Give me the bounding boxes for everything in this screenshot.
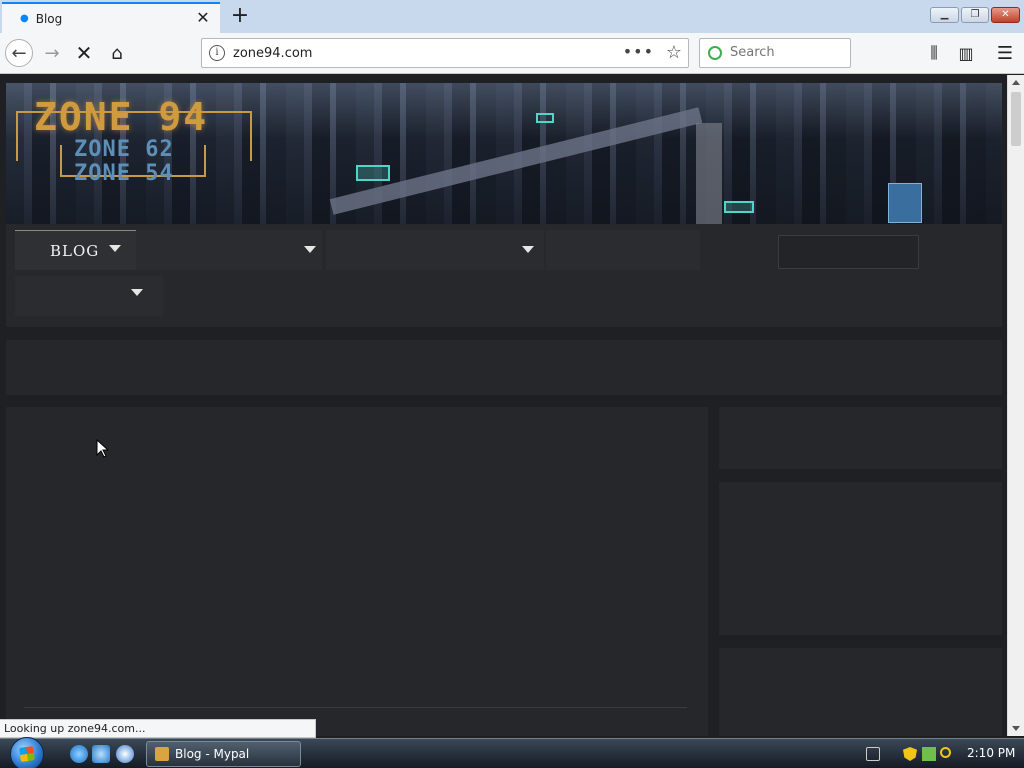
main-content-panel bbox=[6, 407, 708, 736]
taskbar-window-label: Blog - Mypal bbox=[175, 747, 250, 761]
security-shield-icon[interactable] bbox=[903, 747, 917, 761]
windows-taskbar: Blog - Mypal 2:10 PM bbox=[0, 737, 1024, 768]
site-info-icon[interactable]: i bbox=[209, 45, 225, 61]
back-button[interactable]: ← bbox=[5, 39, 33, 67]
close-window-icon: ✕ bbox=[1001, 9, 1010, 20]
new-tab-icon[interactable]: + bbox=[228, 4, 252, 28]
mouse-cursor-icon bbox=[96, 439, 108, 458]
scrollbar-thumb[interactable] bbox=[1011, 92, 1021, 146]
banner-sign bbox=[724, 201, 754, 213]
banner-sign bbox=[356, 165, 390, 181]
nav-item[interactable] bbox=[15, 276, 163, 316]
start-button[interactable] bbox=[10, 737, 44, 768]
banner-tower bbox=[696, 123, 722, 224]
keyboard-tray-icon[interactable] bbox=[866, 747, 880, 761]
nav-item[interactable] bbox=[546, 230, 700, 270]
sidebar-widget bbox=[719, 482, 1002, 635]
network-tray-icon[interactable] bbox=[922, 747, 936, 761]
banner-sign bbox=[536, 113, 554, 123]
hamburger-menu-icon[interactable]: ☰ bbox=[991, 39, 1019, 67]
windows-logo-icon bbox=[19, 746, 35, 762]
taskbar-clock[interactable]: 2:10 PM bbox=[967, 746, 1015, 760]
home-icon: ⌂ bbox=[111, 42, 123, 64]
site-navigation: BLOG bbox=[6, 224, 1002, 327]
search-tray-icon[interactable] bbox=[940, 747, 951, 758]
divider bbox=[24, 707, 687, 708]
stop-x-icon: ✕ bbox=[75, 41, 93, 65]
close-tab-icon[interactable]: ✕ bbox=[194, 9, 212, 27]
nav-item-label: BLOG bbox=[50, 241, 100, 260]
sidebar-widget bbox=[719, 407, 1002, 469]
page-content: ZONE 94 ZONE 62 ZONE 54 BLOG bbox=[0, 75, 1007, 736]
taskbar-window-button[interactable]: Blog - Mypal bbox=[146, 741, 301, 767]
arrow-right-icon: → bbox=[44, 42, 60, 64]
forward-button[interactable]: → bbox=[38, 39, 66, 67]
internet-explorer-icon[interactable] bbox=[70, 745, 88, 763]
caret-down-icon bbox=[304, 246, 316, 253]
search-bar[interactable] bbox=[699, 38, 851, 68]
status-text: Looking up zone94.com... bbox=[0, 719, 316, 738]
site-search-input[interactable] bbox=[778, 235, 919, 269]
window-close-button[interactable]: ✕ bbox=[991, 7, 1020, 23]
site-logo-main[interactable]: ZONE 94 bbox=[34, 95, 208, 139]
url-text[interactable]: zone94.com bbox=[233, 46, 312, 61]
loading-dot-icon: ● bbox=[20, 13, 29, 24]
bookmark-star-icon[interactable]: ☆ bbox=[666, 42, 682, 63]
sidebar-widget bbox=[719, 648, 1002, 736]
window-restore-button[interactable]: ❐ bbox=[961, 7, 989, 23]
page-actions-icon[interactable]: ••• bbox=[623, 42, 654, 61]
media-player-icon[interactable] bbox=[116, 745, 134, 763]
caret-down-icon bbox=[131, 289, 143, 296]
mypal-app-icon bbox=[155, 747, 169, 761]
minimize-icon: ▁ bbox=[940, 9, 949, 20]
caret-down-icon bbox=[109, 244, 122, 252]
nav-item[interactable] bbox=[326, 230, 544, 270]
site-banner: ZONE 94 ZONE 62 ZONE 54 bbox=[6, 83, 1002, 224]
search-icon bbox=[708, 46, 722, 60]
nav-item-blog[interactable]: BLOG bbox=[15, 230, 136, 270]
navigation-toolbar: ← → ✕ ⌂ i zone94.com ••• ☆ ⫼ ▥ ☰ bbox=[0, 33, 1024, 74]
search-input[interactable] bbox=[730, 45, 840, 60]
window-minimize-button[interactable]: ▁ bbox=[930, 7, 959, 23]
stop-button[interactable]: ✕ bbox=[70, 39, 98, 67]
content-band bbox=[6, 340, 1002, 395]
url-bar[interactable]: i zone94.com ••• ☆ bbox=[201, 38, 689, 68]
browser-tab-strip: ● Blog ✕ + ▁ ❐ ✕ bbox=[0, 0, 1024, 33]
scroll-down-icon[interactable] bbox=[1012, 726, 1020, 731]
site-logo-sub: ZONE 54 bbox=[74, 161, 174, 186]
library-icon[interactable]: ⫼ bbox=[920, 39, 948, 67]
caret-down-icon bbox=[522, 246, 534, 253]
page-scrollbar[interactable] bbox=[1007, 75, 1024, 736]
browser-quicklaunch-icon[interactable] bbox=[92, 745, 110, 763]
sidebar-icon[interactable]: ▥ bbox=[952, 39, 980, 67]
tab-title: Blog bbox=[35, 11, 63, 26]
banner-billboard bbox=[888, 183, 922, 223]
browser-tab[interactable]: ● Blog ✕ bbox=[2, 2, 220, 33]
home-button[interactable]: ⌂ bbox=[103, 39, 131, 67]
site-logo-sub: ZONE 62 bbox=[74, 137, 174, 162]
restore-icon: ❐ bbox=[970, 9, 980, 20]
scroll-up-icon[interactable] bbox=[1012, 80, 1020, 85]
arrow-left-icon: ← bbox=[11, 42, 27, 64]
nav-item[interactable] bbox=[136, 230, 322, 270]
